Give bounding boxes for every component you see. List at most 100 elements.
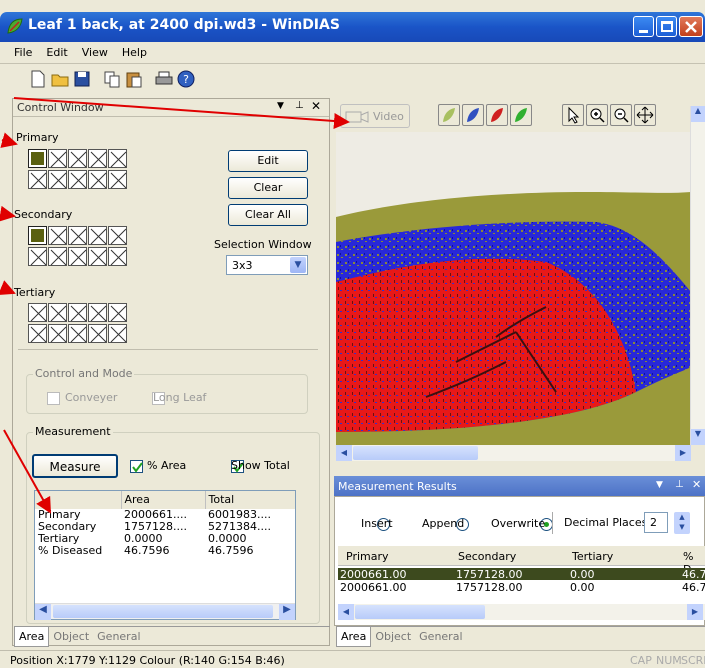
col-header-area[interactable]: Area [121, 491, 206, 509]
clear-all-button[interactable]: Clear All [228, 204, 308, 226]
blue-leaf-button[interactable] [462, 104, 484, 126]
results-horizontal-scrollbar[interactable]: ◀ ▶ [338, 604, 705, 620]
color-slot[interactable] [68, 324, 87, 343]
color-slot[interactable] [28, 247, 47, 266]
color-slot[interactable] [28, 324, 47, 343]
save-icon[interactable] [72, 69, 92, 89]
measure-button[interactable]: Measure [32, 454, 118, 478]
tab-area[interactable]: Area [336, 627, 372, 647]
pointer-button[interactable] [562, 104, 584, 126]
edit-button[interactable]: Edit [228, 150, 308, 172]
panel-close-icon[interactable]: ✕ [311, 99, 321, 113]
scroll-right-icon[interactable]: ▶ [687, 604, 703, 620]
scroll-up-icon[interactable]: ▲ [691, 106, 705, 122]
tab-general[interactable]: General [415, 627, 466, 646]
scroll-left-icon[interactable]: ◀ [35, 604, 51, 620]
color-slot[interactable] [88, 149, 107, 168]
scrollbar-thumb[interactable] [355, 605, 485, 619]
tab-general[interactable]: General [93, 627, 144, 646]
table-row[interactable]: 2000661.00 1757128.00 0.00 46.7 [338, 568, 705, 581]
help-icon[interactable]: ? [176, 69, 196, 89]
pct-area-checkbox[interactable] [130, 459, 143, 473]
color-slot[interactable] [108, 170, 127, 189]
close-icon[interactable]: ✕ [692, 478, 701, 491]
scroll-right-icon[interactable]: ▶ [279, 604, 295, 620]
maximize-button[interactable] [656, 16, 677, 37]
scroll-left-icon[interactable]: ◀ [336, 445, 352, 461]
color-slot[interactable] [88, 303, 107, 322]
red-leaf-button[interactable] [486, 104, 508, 126]
color-slot[interactable] [48, 303, 67, 322]
decimal-stepper[interactable]: ▲ ▼ [674, 512, 690, 534]
col-header-primary[interactable]: Primary [346, 550, 389, 563]
pan-button[interactable] [634, 104, 656, 126]
color-slot[interactable] [48, 170, 67, 189]
clear-button[interactable]: Clear [228, 177, 308, 199]
color-slot[interactable] [48, 247, 67, 266]
color-slot[interactable] [68, 303, 87, 322]
col-header-secondary[interactable]: Secondary [458, 550, 516, 563]
scroll-left-icon[interactable]: ◀ [338, 604, 354, 620]
color-slot[interactable] [48, 149, 67, 168]
color-slot[interactable] [88, 226, 107, 245]
menu-view[interactable]: View [75, 42, 115, 63]
table-row[interactable]: 2000661.00 1757128.00 0.00 46.7 [338, 581, 705, 594]
paste-icon[interactable] [124, 69, 144, 89]
col-header-total[interactable]: Total [205, 491, 295, 509]
color-slot[interactable] [68, 149, 87, 168]
col-header-tertiary[interactable]: Tertiary [572, 550, 613, 563]
color-slot[interactable] [68, 170, 87, 189]
color-slot[interactable] [48, 324, 67, 343]
color-slot[interactable] [88, 170, 107, 189]
menu-edit[interactable]: Edit [39, 42, 74, 63]
col-header[interactable] [35, 491, 122, 509]
vertical-scrollbar[interactable]: ▲ ▼ [690, 106, 705, 445]
color-slot[interactable] [108, 247, 127, 266]
zoom-out-button[interactable] [610, 104, 632, 126]
color-slot[interactable] [108, 303, 127, 322]
color-slot[interactable] [68, 226, 87, 245]
scroll-right-icon[interactable]: ▶ [675, 445, 691, 461]
color-slot[interactable] [28, 170, 47, 189]
color-slot[interactable] [68, 247, 87, 266]
color-slot[interactable] [108, 324, 127, 343]
scrollbar-thumb[interactable] [353, 446, 478, 460]
color-slot[interactable] [28, 303, 47, 322]
close-button[interactable] [679, 16, 703, 37]
open-folder-icon[interactable] [50, 69, 70, 89]
image-horizontal-scrollbar[interactable]: ◀ ▶ [336, 445, 691, 461]
title-bar[interactable]: Leaf 1 back, at 2400 dpi.wd3 - WinDIAS [0, 12, 705, 42]
color-slot[interactable] [88, 324, 107, 343]
leaf-image-view[interactable] [336, 132, 691, 445]
pin-icon[interactable]: ⊥ [675, 479, 684, 490]
color-slot[interactable] [108, 149, 127, 168]
tab-object[interactable]: Object [49, 627, 93, 646]
green-leaf-button[interactable] [510, 104, 532, 126]
minimize-button[interactable] [633, 16, 654, 37]
pin-icon[interactable]: ⊥ [295, 100, 304, 111]
video-button[interactable]: Video [340, 104, 410, 128]
chevron-down-icon[interactable]: ▼ [290, 257, 306, 273]
tab-object[interactable]: Object [371, 627, 415, 646]
color-slot[interactable] [108, 226, 127, 245]
dropdown-icon[interactable]: ▼ [656, 480, 663, 490]
color-slot[interactable] [28, 226, 47, 245]
print-icon[interactable] [154, 69, 174, 89]
horizontal-scrollbar[interactable]: ◀ ▶ [35, 603, 295, 620]
zoom-in-button[interactable] [586, 104, 608, 126]
color-slot[interactable] [28, 149, 47, 168]
scroll-down-icon[interactable]: ▼ [691, 429, 705, 445]
conveyer-checkbox[interactable] [47, 391, 60, 405]
color-slot[interactable] [88, 247, 107, 266]
menu-file[interactable]: File [0, 42, 39, 63]
new-file-icon[interactable] [28, 69, 48, 89]
scrollbar-thumb[interactable] [53, 605, 273, 618]
menu-help[interactable]: Help [115, 42, 154, 63]
panel-dropdown-icon[interactable]: ▼ [277, 101, 284, 111]
decimal-places-input[interactable]: 2 [644, 512, 668, 533]
olive-leaf-button[interactable] [438, 104, 460, 126]
tab-area[interactable]: Area [14, 627, 50, 647]
copy-icon[interactable] [102, 69, 122, 89]
selection-window-select[interactable]: 3x3 ▼ [226, 255, 308, 275]
color-slot[interactable] [48, 226, 67, 245]
